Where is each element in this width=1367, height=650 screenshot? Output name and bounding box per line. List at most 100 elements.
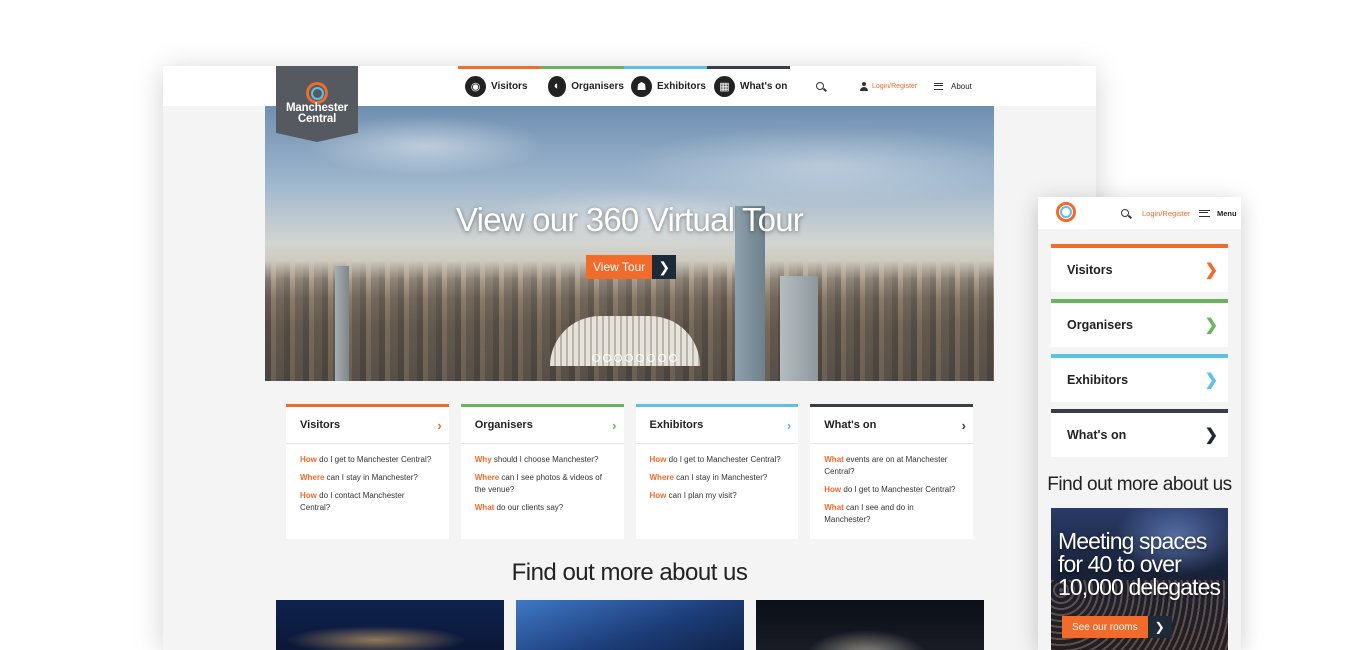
about-menu[interactable]: About (934, 66, 972, 106)
card-title: What's on (824, 419, 877, 431)
login-label: Login/Register (872, 82, 918, 90)
card-organisers: Organisers › Why should I choose Manches… (460, 404, 624, 539)
chevron-right-icon: › (786, 417, 792, 433)
hero-title: View our 360 Virtual Tour (456, 201, 804, 238)
question-link[interactable]: What can I see and do in Manchester? (824, 502, 959, 526)
question-link[interactable]: How do I get to Manchester Central? (650, 454, 785, 466)
promo-line: for 40 to over (1058, 551, 1182, 577)
card-header[interactable]: Exhibitors › (635, 407, 799, 444)
view-tour-label: View Tour (586, 255, 653, 279)
carousel-dot[interactable] (592, 354, 600, 362)
question-keyword: How (300, 491, 317, 500)
chevron-right-icon: ❯ (1204, 317, 1218, 334)
mobile-tile-visitors[interactable]: Visitors ❯ (1051, 244, 1228, 292)
nav-color-bar (541, 66, 624, 69)
card-title: Organisers (474, 419, 533, 431)
question-link[interactable]: Where can I stay in Manchester? (300, 472, 435, 484)
audience-cards: Visitors › How do I get to Manchester Ce… (286, 404, 973, 539)
eye-icon: ◉ (465, 75, 486, 97)
carousel-dot[interactable] (647, 354, 655, 362)
see-rooms-label: See our rooms (1062, 616, 1148, 638)
about-label: About (951, 81, 972, 91)
question-link[interactable]: Where can I see photos & videos of the v… (475, 472, 610, 496)
question-keyword: What (474, 503, 495, 512)
logo-rings-icon (306, 82, 328, 104)
logo-line-2: Central (297, 113, 337, 125)
question-link[interactable]: How do I get to Manchester Central? (300, 454, 435, 466)
search-icon (1121, 209, 1129, 217)
question-text: can I plan my visit? (666, 491, 737, 500)
question-link[interactable]: What do our clients say? (475, 502, 610, 514)
nav-label: Organisers (571, 80, 624, 92)
card-header[interactable]: What's on › (810, 407, 973, 444)
login-label: Login/Register (1142, 208, 1191, 218)
site-logo[interactable]: Manchester Central (276, 66, 358, 142)
carousel-dot[interactable] (614, 354, 622, 362)
logo-text: Manchester Central (276, 102, 358, 125)
nav-label: Exhibitors (657, 80, 706, 92)
carousel-dot[interactable] (625, 354, 633, 362)
chevron-right-icon: ❯ (1204, 262, 1218, 279)
nav-whats-on[interactable]: ▦ What's on (707, 66, 790, 106)
mobile-mockup: Login/Register Menu Visitors ❯ Organiser… (1038, 197, 1241, 650)
view-tour-button[interactable]: View Tour ❯ (586, 255, 677, 279)
question-link[interactable]: What events are on at Manchester Central… (824, 454, 959, 478)
nav-organisers[interactable]: ◐ Organisers (541, 66, 624, 106)
question-link[interactable]: Why should I choose Manchester? (475, 454, 610, 466)
chevron-right-icon: › (961, 417, 966, 433)
question-keyword: Where (300, 473, 325, 482)
question-link[interactable]: How do I get to Manchester Central? (824, 484, 959, 496)
card-header[interactable]: Organisers › (460, 407, 624, 444)
carousel-dot[interactable] (636, 354, 644, 362)
question-link[interactable]: How do I contact Manchester Central? (300, 490, 435, 514)
hamburger-icon (934, 82, 943, 90)
carousel-dot[interactable] (603, 354, 611, 362)
nav-color-bar (458, 66, 541, 69)
question-keyword: How (824, 485, 842, 494)
carousel-dot[interactable] (669, 354, 677, 362)
question-keyword: How (649, 455, 667, 464)
thumbnail-venue-interior[interactable] (516, 600, 744, 650)
question-link[interactable]: Where can I stay in Manchester? (650, 472, 785, 484)
card-title: Exhibitors (649, 419, 704, 431)
thumbnail-venue-night[interactable] (756, 600, 984, 650)
hamburger-icon (1199, 209, 1210, 217)
search-button[interactable] (816, 66, 824, 106)
question-link[interactable]: How can I plan my visit? (650, 490, 785, 502)
question-keyword: What (824, 503, 844, 512)
chevron-right-icon: › (437, 417, 442, 433)
compass-icon: ◐ (548, 75, 567, 97)
login-link[interactable]: Login/Register (1142, 197, 1190, 229)
menu-button[interactable]: Menu (1199, 197, 1237, 229)
card-header[interactable]: Visitors › (286, 407, 449, 444)
nav-visitors[interactable]: ◉ Visitors (458, 66, 541, 106)
mobile-tile-whats-on[interactable]: What's on ❯ (1051, 409, 1228, 457)
carousel-dot[interactable] (658, 354, 666, 362)
tile-label: Organisers (1067, 318, 1134, 332)
question-keyword: How (649, 491, 667, 500)
nav-label: What's on (740, 80, 788, 92)
chevron-right-icon: › (612, 417, 617, 433)
promo-banner: Meeting spaces for 40 to over 10,000 del… (1051, 508, 1228, 650)
find-more-heading: Find out more about us (511, 559, 748, 586)
card-exhibitors: Exhibitors › How do I get to Manchester … (635, 404, 799, 539)
thumbnail-venue-exterior[interactable] (276, 600, 504, 650)
nav-exhibitors[interactable]: ☗ Exhibitors (624, 66, 707, 106)
promo-line: Meeting spaces (1058, 528, 1207, 554)
see-rooms-button[interactable]: See our rooms ❯ (1062, 616, 1172, 638)
question-text: can I stay in Manchester? (673, 473, 768, 482)
card-questions: What events are on at Manchester Central… (810, 444, 973, 526)
mobile-tile-organisers[interactable]: Organisers ❯ (1051, 299, 1228, 347)
question-keyword: How (300, 455, 317, 464)
logo-rings-icon[interactable] (1056, 202, 1076, 222)
chevron-right-icon: ❯ (1204, 372, 1218, 389)
question-text: do I get to Manchester Central? (841, 485, 956, 494)
find-more-heading: Find out more about us (1047, 474, 1232, 495)
tile-label: What's on (1067, 428, 1127, 442)
hero-tower (780, 276, 818, 381)
mobile-tile-exhibitors[interactable]: Exhibitors ❯ (1051, 354, 1228, 402)
desktop-header: Manchester Central ◉ Visitors ◐ Organise… (163, 66, 1096, 142)
search-button[interactable] (1121, 197, 1129, 229)
login-link[interactable]: Login/Register (860, 66, 917, 106)
desktop-mockup: Manchester Central ◉ Visitors ◐ Organise… (163, 66, 1096, 650)
